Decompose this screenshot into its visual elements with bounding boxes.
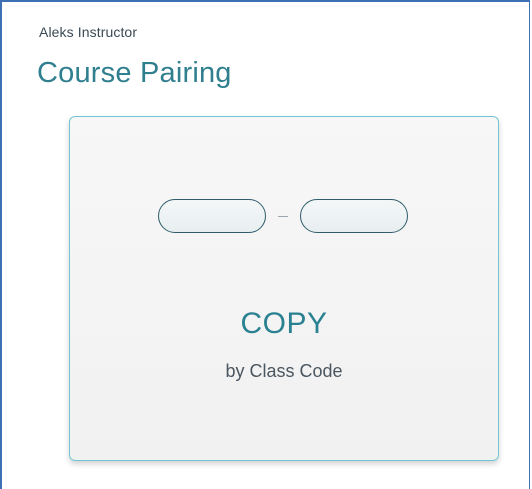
class-code-input-icon [158,199,414,235]
class-code-right-field-shape [300,199,408,233]
class-code-left-field-shape [158,199,266,233]
page-frame: Aleks Instructor Course Pairing COPY by … [0,0,530,489]
app-eyebrow-label: Aleks Instructor [39,24,138,40]
class-code-dash-shape [278,216,288,217]
page-title: Course Pairing [37,57,232,89]
card-title: COPY [240,307,328,340]
card-subtitle: by Class Code [225,361,343,381]
copy-by-class-code-card[interactable]: COPY by Class Code [69,116,499,461]
